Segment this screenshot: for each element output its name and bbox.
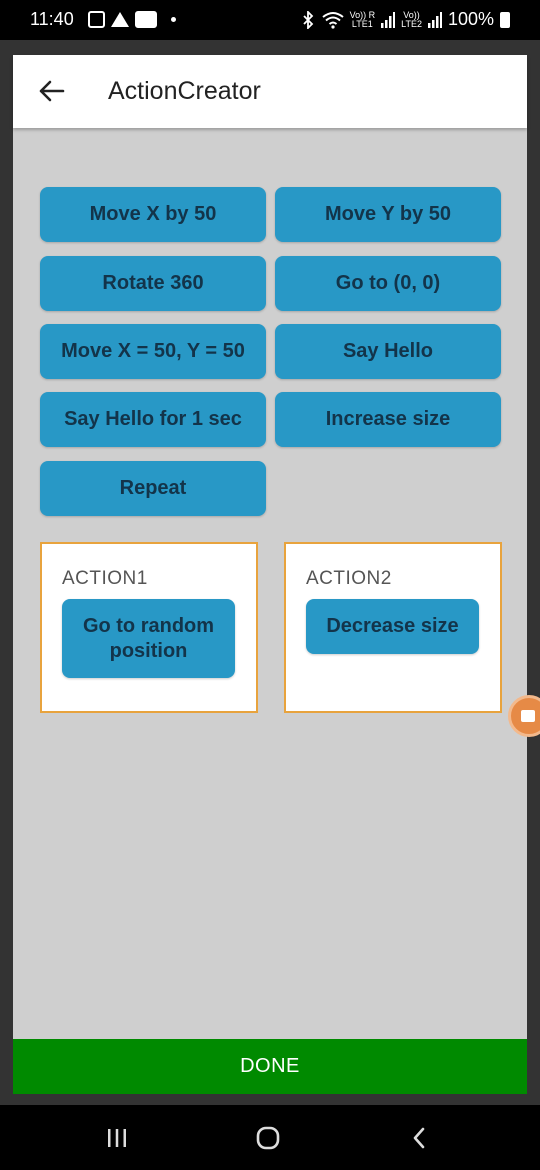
signal-lte1-icon: Vo)) R LTE1 — [349, 9, 376, 29]
back-button[interactable] — [33, 73, 69, 109]
done-button[interactable]: DONE — [13, 1039, 527, 1094]
increase-size-button[interactable]: Increase size — [275, 392, 501, 447]
move-xy-button[interactable]: Move X = 50, Y = 50 — [40, 324, 266, 379]
gallery-icon — [88, 11, 105, 28]
action2-panel[interactable]: ACTION2 Decrease size — [284, 542, 502, 713]
move-y-button[interactable]: Move Y by 50 — [275, 187, 501, 242]
my-icon — [135, 11, 157, 28]
repeat-button[interactable]: Repeat — [40, 461, 266, 516]
page-title: ActionCreator — [108, 77, 261, 105]
status-icons-left — [88, 11, 176, 28]
video-camera-icon — [521, 710, 535, 722]
action1-panel[interactable]: ACTION1 Go to random position — [40, 542, 258, 713]
decrease-size-button[interactable]: Decrease size — [306, 599, 479, 654]
signal-lte2-icon: Vo)) LTE2 — [401, 9, 422, 29]
action1-label: ACTION1 — [62, 568, 148, 589]
system-nav-bar — [0, 1105, 540, 1170]
status-icons-right: Vo)) R LTE1 Vo)) LTE2 100% — [300, 9, 510, 30]
app-screen: ActionCreator Move X by 50 Move Y by 50 … — [13, 55, 527, 1094]
back-icon[interactable] — [405, 1123, 435, 1153]
status-time: 11:40 — [30, 9, 74, 29]
action2-label: ACTION2 — [306, 568, 392, 589]
battery-percent: 100% — [447, 9, 494, 29]
signal-bars-1-icon — [381, 11, 396, 28]
triangle-icon — [111, 12, 129, 27]
signal-bars-2-icon — [427, 11, 442, 28]
status-bar: 11:40 Vo)) R LTE1 Vo)) LTE2 100% — [0, 0, 540, 40]
notification-dot-icon — [171, 17, 176, 22]
wifi-icon — [321, 11, 344, 29]
bluetooth-icon — [302, 10, 313, 29]
say-hello-timed-button[interactable]: Say Hello for 1 sec — [40, 392, 266, 447]
app-bar: ActionCreator — [13, 55, 527, 128]
recents-icon[interactable] — [102, 1123, 132, 1153]
battery-icon — [500, 11, 510, 28]
go-to-random-position-button[interactable]: Go to random position — [62, 599, 235, 678]
move-x-button[interactable]: Move X by 50 — [40, 187, 266, 242]
rotate-button[interactable]: Rotate 360 — [40, 256, 266, 311]
say-hello-button[interactable]: Say Hello — [275, 324, 501, 379]
go-to-origin-button[interactable]: Go to (0, 0) — [275, 256, 501, 311]
home-icon[interactable] — [253, 1123, 283, 1153]
arrow-left-icon — [39, 80, 65, 102]
